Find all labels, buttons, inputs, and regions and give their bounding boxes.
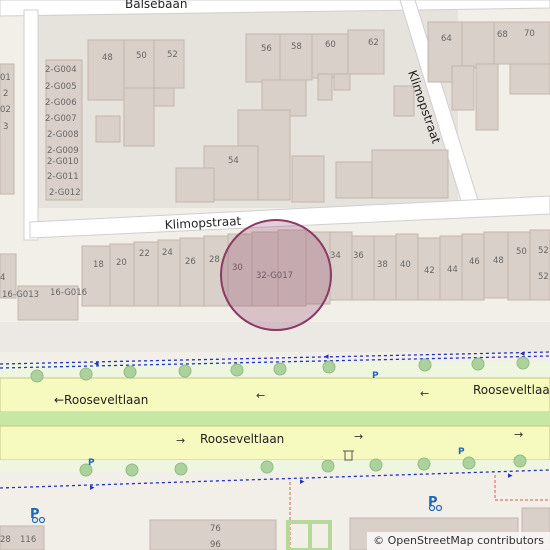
street-label-rooseveltlaan-west: ←Rooseveltlaan — [54, 393, 148, 407]
house-number: 16-G016 — [50, 288, 87, 298]
house-number: 40 — [400, 260, 411, 270]
house-number: 2-G010 — [47, 157, 79, 167]
parking-icon: P — [30, 507, 40, 522]
svg-text:◂: ◂ — [520, 349, 525, 359]
svg-text:→: → — [176, 434, 185, 447]
house-number: 50 — [516, 247, 527, 257]
house-number: 02 — [0, 105, 11, 115]
street-label-rooseveltlaan-south: Rooseveltlaan — [200, 432, 284, 446]
house-number: 52 — [538, 246, 549, 256]
house-number: 2-G004 — [45, 65, 77, 75]
map-canvas[interactable]: ◂◂ ◂ ▸▸▸ ← ← → → → Balsebaan Klimopstraat Kl… — [0, 0, 550, 550]
svg-text:◂: ◂ — [94, 359, 99, 369]
attribution-link[interactable]: OpenStreetMap contributors — [388, 534, 544, 547]
house-number: 64 — [441, 34, 452, 44]
house-number: 2 — [3, 89, 8, 99]
house-number: 36 — [353, 251, 364, 261]
parking-icon: P — [458, 447, 465, 457]
house-number: 96 — [210, 540, 221, 550]
house-number: 20 — [116, 258, 127, 268]
house-number: 50 — [136, 51, 147, 61]
house-number: 28 — [0, 535, 11, 545]
svg-text:→: → — [354, 430, 363, 443]
svg-text:◂: ◂ — [324, 352, 329, 362]
house-number: 68 — [497, 30, 508, 40]
house-number: 76 — [210, 524, 221, 534]
house-number: 2-G007 — [45, 114, 77, 124]
highlight-circle[interactable] — [220, 219, 332, 331]
house-number: 42 — [424, 266, 435, 276]
house-number: 28 — [209, 255, 220, 265]
house-number: 48 — [102, 53, 113, 63]
street-label-rooseveltlaan-east: Rooseveltlaan — [473, 383, 550, 397]
house-number: 54 — [228, 156, 239, 166]
house-number: 2-G006 — [45, 98, 77, 108]
svg-text:▸: ▸ — [90, 483, 95, 493]
svg-text:←: ← — [420, 387, 429, 400]
house-number: 56 — [261, 44, 272, 54]
copyright-symbol: © — [373, 534, 385, 547]
house-number: 22 — [139, 249, 150, 259]
house-number: 2-G009 — [47, 146, 79, 156]
house-number: 26 — [185, 257, 196, 267]
svg-text:←: ← — [256, 389, 265, 402]
house-number: 16-G013 — [2, 290, 39, 300]
house-number: 38 — [377, 260, 388, 270]
parking-icon: P — [372, 371, 379, 381]
house-number: 2-G008 — [47, 130, 79, 140]
house-number: 34 — [330, 251, 341, 261]
house-number: 62 — [368, 38, 379, 48]
house-number: 58 — [291, 42, 302, 52]
house-number: 3 — [3, 122, 8, 132]
svg-text:▸: ▸ — [508, 471, 513, 481]
attribution[interactable]: © OpenStreetMap contributors — [367, 532, 550, 550]
parking-icon: P — [88, 458, 95, 468]
house-number: 116 — [20, 535, 36, 545]
house-number: 24 — [162, 248, 173, 258]
house-number: 60 — [325, 40, 336, 50]
house-number: 46 — [469, 257, 480, 267]
house-number: 18 — [93, 260, 104, 270]
house-number: 52 — [167, 50, 178, 60]
house-number: 52 — [538, 272, 549, 282]
svg-text:→: → — [514, 428, 523, 441]
house-number: 2-G005 — [45, 82, 77, 92]
svg-text:▸: ▸ — [300, 477, 305, 487]
house-number: 01 — [0, 73, 11, 83]
house-number: 70 — [524, 29, 535, 39]
house-number: 2-G012 — [49, 188, 81, 198]
house-number: 44 — [447, 265, 458, 275]
house-number: 48 — [493, 256, 504, 266]
street-label-balsebaan: Balsebaan — [125, 0, 187, 11]
house-number: 4 — [0, 273, 5, 283]
house-number: 2-G011 — [47, 172, 79, 182]
